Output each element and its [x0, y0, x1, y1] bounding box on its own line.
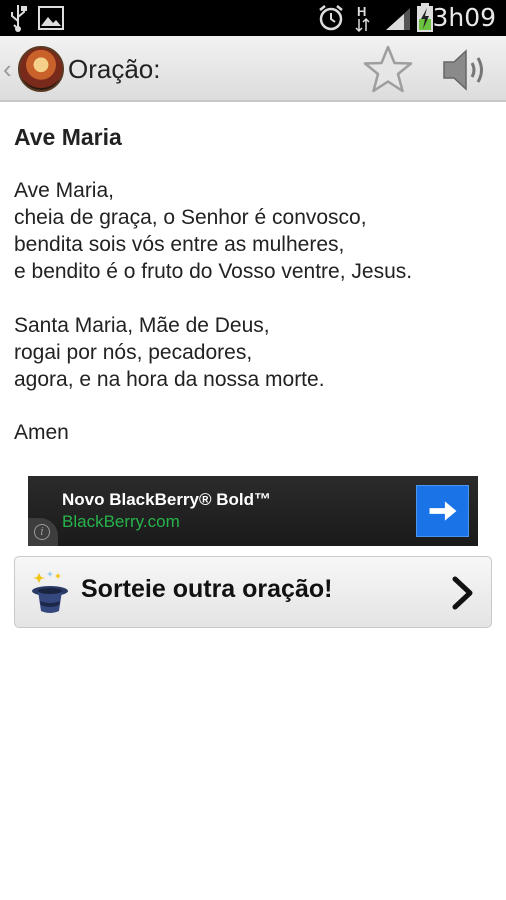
image-icon — [38, 6, 64, 30]
hspa-icon: H — [355, 4, 370, 33]
battery-charging-icon — [417, 3, 433, 32]
status-bar: H 3h09 — [0, 0, 506, 36]
back-chevron-icon[interactable]: ‹ — [3, 54, 12, 85]
usb-icon — [11, 5, 27, 32]
ad-banner[interactable]: i Novo BlackBerry® Bold™ BlackBerry.com — [28, 476, 478, 546]
prayer-stanza: Ave Maria, cheia de graça, o Senhor é co… — [14, 179, 413, 283]
arrow-right-icon[interactable] — [416, 485, 469, 537]
prayer-stanza: Santa Maria, Mãe de Deus, rogai por nós,… — [14, 314, 325, 391]
star-icon[interactable] — [362, 44, 414, 96]
status-time: 3h09 — [432, 3, 496, 32]
ad-title: Novo BlackBerry® Bold™ — [62, 490, 272, 509]
ad-info-icon[interactable]: i — [28, 518, 58, 546]
prayer-title: Ave Maria — [14, 124, 122, 150]
svg-text:H: H — [357, 4, 366, 19]
random-prayer-button[interactable]: Sorteie outra oração! — [14, 556, 492, 628]
speaker-icon[interactable] — [440, 48, 492, 92]
action-bar: ‹ Oração: — [0, 36, 506, 102]
page-title: Oração: — [68, 54, 161, 84]
prayer-stanza: Amen — [14, 421, 69, 444]
signal-icon — [386, 8, 410, 30]
app-logo[interactable] — [18, 46, 64, 92]
alarm-icon — [319, 5, 343, 31]
magic-hat-icon — [32, 571, 68, 613]
chevron-right-icon — [452, 576, 473, 610]
random-prayer-label: Sorteie outra oração! — [81, 575, 333, 603]
ad-url: BlackBerry.com — [62, 512, 180, 531]
